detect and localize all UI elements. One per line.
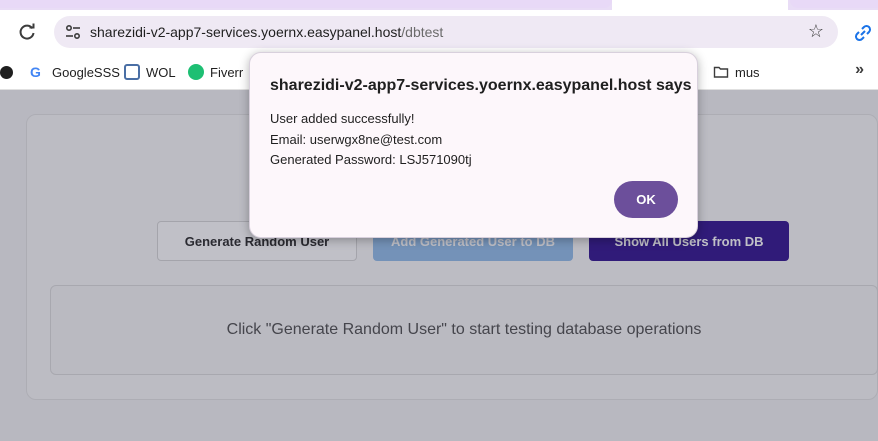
google-icon: G (30, 64, 41, 80)
url-path: /dbtest (401, 24, 444, 40)
chevron-double-right-icon[interactable]: » (855, 61, 864, 79)
tab-strip (0, 0, 878, 10)
globe-icon (0, 65, 13, 79)
bookmark-wol[interactable]: WOL (124, 62, 176, 82)
bookmark-label: WOL (146, 64, 176, 80)
bookmark-label: mus (735, 64, 760, 80)
alert-dialog: sharezidi-v2-app7-services.yoernx.easypa… (249, 52, 698, 238)
ok-button[interactable]: OK (614, 181, 678, 218)
dialog-line: Generated Password: LSJ571090tj (270, 152, 472, 167)
bookmark-mus[interactable]: mus (713, 62, 760, 82)
dialog-title: sharezidi-v2-app7-services.yoernx.easypa… (270, 77, 692, 94)
dialog-line: Email: userwgx8ne@test.com (270, 131, 443, 147)
link-icon[interactable] (852, 22, 874, 44)
browser-toolbar: sharezidi-v2-app7-services.yoernx.easypa… (0, 10, 878, 54)
tab-inactive[interactable] (0, 0, 612, 8)
tab-inactive[interactable] (790, 0, 878, 8)
bookmark-label: Fiverr (210, 64, 244, 80)
bookmark-fiverr[interactable]: Fiverr (188, 62, 243, 82)
dialog-line: User added successfully! (270, 111, 415, 126)
dialog-message: User added successfully! Email: userwgx8… (270, 109, 472, 171)
bookmark-globe[interactable] (0, 62, 19, 82)
fiverr-icon (188, 64, 204, 80)
url-host: sharezidi-v2-app7-services.yoernx.easypa… (90, 24, 402, 40)
reload-icon[interactable] (16, 21, 38, 43)
tab-active[interactable] (612, 0, 788, 10)
bookmark-label: GoogleSSS (52, 64, 120, 80)
url-text[interactable]: sharezidi-v2-app7-services.yoernx.easypa… (90, 24, 443, 40)
folder-icon (713, 64, 729, 80)
star-icon[interactable]: ☆ (808, 21, 824, 42)
address-bar[interactable]: sharezidi-v2-app7-services.yoernx.easypa… (54, 16, 838, 48)
site-info-icon[interactable] (64, 23, 82, 41)
wol-icon (124, 64, 140, 80)
bookmark-googlesss[interactable]: G GoogleSSS (30, 62, 120, 82)
